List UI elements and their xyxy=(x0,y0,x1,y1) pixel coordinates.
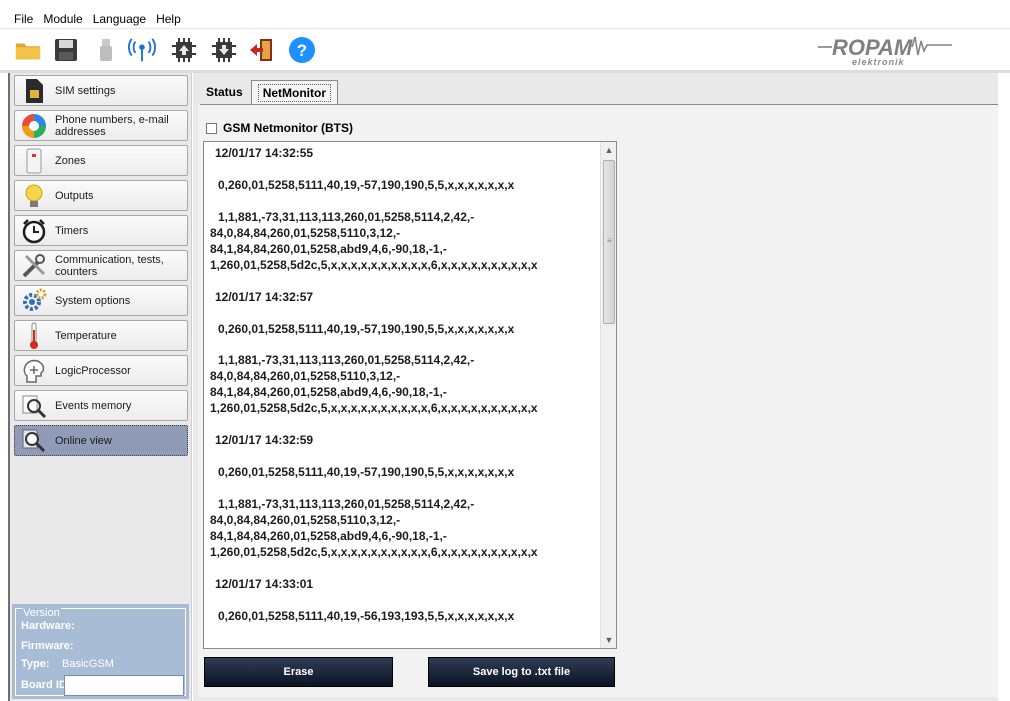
sidebar-item-sim-settings[interactable]: SIM settings xyxy=(14,75,188,106)
gsm-antenna-icon[interactable] xyxy=(128,36,156,64)
sidebar-item-outputs[interactable]: Outputs xyxy=(14,180,188,211)
sidebar-item-logicprocessor[interactable]: LogicProcessor xyxy=(14,355,188,386)
tab-netmonitor-label: NetMonitor xyxy=(257,83,332,102)
usb-icon[interactable] xyxy=(92,36,120,64)
log-timestamp: 12/01/17 14:33:01 xyxy=(215,577,314,591)
sidebar-item-label: Zones xyxy=(55,154,86,167)
exit-door-icon[interactable] xyxy=(248,36,276,64)
log-line: 84,0,84,84,260,01,5258,5110,3,12,- xyxy=(210,369,401,383)
log-line: 0,260,01,5258,5111,40,19,-57,190,190,5,5… xyxy=(218,322,515,336)
log-line: 0,260,01,5258,5111,40,19,-57,190,190,5,5… xyxy=(218,465,515,479)
sidebar-item-label: Timers xyxy=(55,224,89,237)
light-bulb-icon xyxy=(20,182,48,210)
ropam-logo: ROPAM elektronik xyxy=(812,33,962,69)
sidebar-item-label: Online view xyxy=(55,434,112,447)
gsm-netmonitor-checkbox[interactable]: GSM Netmonitor (BTS) xyxy=(206,121,353,135)
save-log-button[interactable]: Save log to .txt file xyxy=(428,657,615,687)
firmware-label: Firmware: xyxy=(21,640,74,652)
menu-file[interactable]: File xyxy=(14,12,33,26)
sidebar-item-label: LogicProcessor xyxy=(55,364,131,377)
chip-upload-icon[interactable] xyxy=(170,36,198,64)
sidebar-item-phone-numbers[interactable]: Phone numbers, e-mail addresses xyxy=(14,110,188,141)
log-line: 84,1,84,84,260,01,5258,abd9,4,6,-90,18,-… xyxy=(210,529,447,543)
sidebar-item-communication[interactable]: Communication, tests, counters xyxy=(14,250,188,281)
checkbox-label: GSM Netmonitor (BTS) xyxy=(223,121,353,135)
version-legend: Version xyxy=(22,607,61,619)
svg-text:elektronik: elektronik xyxy=(852,57,905,67)
log-timestamp: 12/01/17 14:32:55 xyxy=(215,146,314,160)
log-line: 1,1,881,-73,31,113,113,260,01,5258,5114,… xyxy=(218,210,475,224)
sidebar-item-label: System options xyxy=(55,294,131,307)
events-magnifier-icon xyxy=(20,392,48,420)
log-line: 1,260,01,5258,5d2c,5,x,x,x,x,x,x,x,x,x,x… xyxy=(210,401,538,415)
log-line: 84,0,84,84,260,01,5258,5110,3,12,- xyxy=(210,513,401,527)
sidebar-item-label: SIM settings xyxy=(55,84,116,97)
log-line: 84,1,84,84,260,01,5258,abd9,4,6,-90,18,-… xyxy=(210,242,447,256)
log-line: 84,0,84,84,260,01,5258,5110,3,12,- xyxy=(210,226,401,240)
checkbox-box[interactable] xyxy=(206,122,217,134)
sidebar-item-label: Outputs xyxy=(55,189,94,202)
tab-bar: Status NetMonitor xyxy=(200,80,339,104)
menu-module[interactable]: Module xyxy=(43,12,82,26)
save-disk-icon[interactable] xyxy=(52,36,80,64)
log-line: 1,1,881,-73,31,113,113,260,01,5258,5114,… xyxy=(218,353,475,367)
sidebar-item-zones[interactable]: Zones xyxy=(14,145,188,176)
log-scrollbar[interactable]: ▲ ≡ ▼ xyxy=(600,142,616,648)
zone-sensor-icon xyxy=(20,147,48,175)
gears-icon xyxy=(20,287,48,315)
version-group: Version Hardware: Firmware: Type: BasicG… xyxy=(15,607,186,696)
tab-status[interactable]: Status xyxy=(200,80,249,104)
head-logic-icon xyxy=(20,357,48,385)
contacts-icon xyxy=(20,112,48,140)
log-line: 1,260,01,5258,5d2c,5,x,x,x,x,x,x,x,x,x,x… xyxy=(210,258,538,272)
sidebar-item-events-memory[interactable]: Events memory xyxy=(14,390,188,421)
thermometer-icon xyxy=(20,322,48,350)
type-label: Type: xyxy=(21,658,50,670)
log-line: 0,260,01,5258,5111,40,19,-56,193,193,5,5… xyxy=(218,609,515,623)
scroll-up-arrow-icon[interactable]: ▲ xyxy=(601,142,617,158)
board-id-field[interactable] xyxy=(64,675,184,696)
log-line: 84,1,84,84,260,01,5258,abd9,4,6,-90,18,-… xyxy=(210,385,447,399)
scroll-grip-icon: ≡ xyxy=(607,236,612,245)
right-margin xyxy=(998,73,1010,701)
menu-bar: File Module Language Help xyxy=(0,9,1010,29)
scroll-down-arrow-icon[interactable]: ▼ xyxy=(601,632,617,648)
sidebar-item-label: Communication, tests, counters xyxy=(55,253,164,278)
log-line: 1,260,01,5258,5d2c,5,x,x,x,x,x,x,x,x,x,x… xyxy=(210,545,538,559)
board-id-label: Board ID xyxy=(21,679,67,691)
chip-download-icon[interactable] xyxy=(210,36,238,64)
type-value: BasicGSM xyxy=(62,658,114,670)
scroll-thumb[interactable]: ≡ xyxy=(603,160,615,324)
sidebar-item-temperature[interactable]: Temperature xyxy=(14,320,188,351)
open-folder-icon[interactable] xyxy=(14,36,42,64)
sim-card-icon xyxy=(20,77,48,105)
sidebar-item-label: Temperature xyxy=(55,329,117,342)
hardware-label: Hardware: xyxy=(21,620,75,632)
sidebar-item-label: Phone numbers, e-mail addresses xyxy=(55,113,169,138)
tab-status-label: Status xyxy=(206,85,243,99)
log-timestamp: 12/01/17 14:32:59 xyxy=(215,433,314,447)
log-line: 1,1,881,-73,31,113,113,260,01,5258,5114,… xyxy=(218,497,475,511)
tab-netmonitor[interactable]: NetMonitor xyxy=(250,80,339,104)
log-line: 0,260,01,5258,5111,40,19,-57,190,190,5,5… xyxy=(218,178,515,192)
sidebar-item-label: Events memory xyxy=(55,399,132,412)
sidebar-item-timers[interactable]: Timers xyxy=(14,215,188,246)
menu-language[interactable]: Language xyxy=(93,12,146,26)
version-panel: Version Hardware: Firmware: Type: BasicG… xyxy=(12,604,189,699)
tools-icon xyxy=(20,252,48,280)
netmonitor-log[interactable]: 12/01/17 14:32:55 0,260,01,5258,5111,40,… xyxy=(203,141,617,649)
sidebar-item-system-options[interactable]: System options xyxy=(14,285,188,316)
svg-text:?: ? xyxy=(297,41,307,60)
online-magnifier-icon xyxy=(20,427,48,455)
menu-help[interactable]: Help xyxy=(156,12,181,26)
help-icon[interactable]: ? xyxy=(288,36,316,64)
alarm-clock-icon xyxy=(20,217,48,245)
erase-button[interactable]: Erase xyxy=(204,657,393,687)
sidebar-item-online-view[interactable]: Online view xyxy=(14,425,188,456)
log-timestamp: 12/01/17 14:32:57 xyxy=(215,290,314,304)
